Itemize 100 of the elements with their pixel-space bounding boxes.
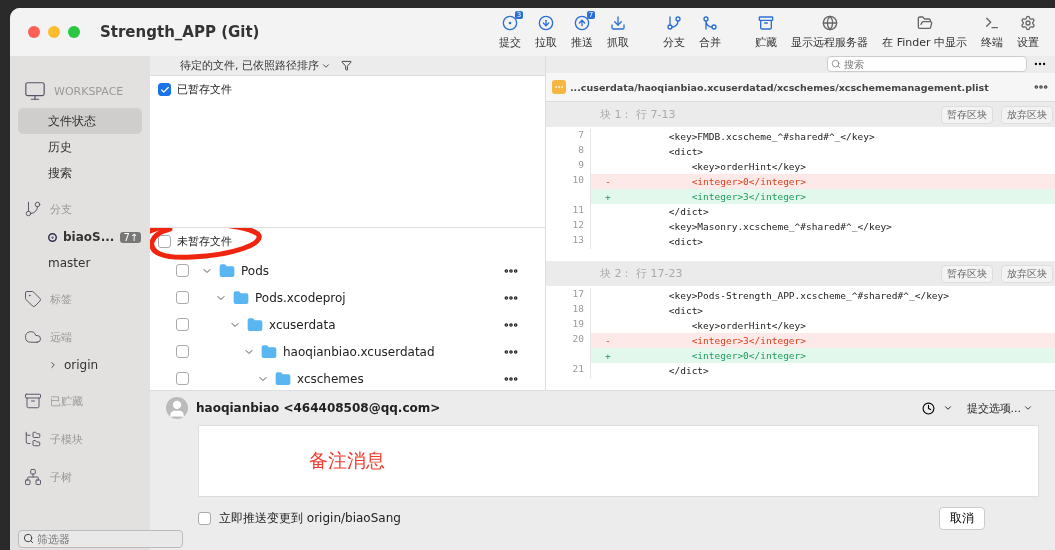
- hunk-title: 块 2： 行 17-23: [600, 266, 684, 282]
- sidebar-item[interactable]: 搜索: [18, 160, 142, 186]
- code-text: <integer>0</integer>: [690, 350, 807, 361]
- line-number: 10: [546, 174, 591, 190]
- push-option-label: 立即推送变更到 origin/biaoSang: [219, 510, 402, 527]
- toolbar-button[interactable]: 显示远程服务器: [787, 14, 873, 50]
- folder-icon: [247, 316, 263, 333]
- code-text: <integer>0</integer>: [690, 176, 807, 188]
- code-text: <key>orderHint</key>: [690, 161, 807, 173]
- branch-icon: [24, 200, 42, 218]
- close-button[interactable]: [28, 26, 40, 38]
- sidebar-label: master: [48, 256, 91, 270]
- search-icon: [23, 533, 34, 544]
- code-text: <dict>: [667, 236, 704, 248]
- toolbar-button[interactable]: 设置: [1013, 14, 1043, 50]
- sidebar-label: biaoS...: [63, 230, 115, 244]
- stage-hunk-button[interactable]: 暂存区块: [941, 105, 993, 124]
- diff-sign: -: [604, 176, 612, 188]
- folder-icon: [219, 262, 235, 279]
- code-text: <integer>3</integer>: [690, 191, 807, 203]
- sidebar-item[interactable]: biaoS... 7↑: [18, 224, 142, 250]
- merge-icon: [702, 14, 719, 31]
- zoom-button[interactable]: [68, 26, 80, 38]
- stage-hunk-button[interactable]: 暂存区块: [941, 264, 993, 283]
- download-icon: [538, 14, 555, 31]
- hunk-title: 块 1： 行 7-13: [600, 107, 677, 123]
- monitor-icon: [24, 80, 46, 102]
- toolbar-button[interactable]: 贮藏: [751, 14, 782, 50]
- toolbar-button[interactable]: 抓取: [603, 14, 634, 50]
- checkbox[interactable]: [176, 264, 189, 277]
- commit-options-button[interactable]: 提交选项...: [960, 399, 1039, 417]
- code-text: <dict>: [667, 305, 704, 316]
- toolbar-button[interactable]: 终端: [977, 14, 1007, 50]
- toolbar-button[interactable]: 分支: [659, 14, 690, 50]
- file-path: ...cuserdata/haoqianbiao.xcuserdatad/xcschemes/xcschememanagement.plist: [570, 81, 990, 93]
- author-name: haoqianbiao <464408508@qq.com>: [196, 401, 442, 415]
- staged-files-label: 已暂存文件: [177, 82, 232, 97]
- sidebar-label: 历史: [48, 138, 72, 156]
- network-icon: [24, 468, 42, 486]
- checkbox[interactable]: [176, 291, 189, 304]
- checkbox[interactable]: [176, 318, 189, 331]
- unstaged-files-label: 未暂存文件: [177, 234, 232, 249]
- code-text: </dict>: [667, 206, 709, 218]
- toolbar-button[interactable]: 拉取: [531, 14, 562, 50]
- code-text: <key>orderHint</key>: [690, 320, 807, 331]
- search-field[interactable]: 搜索: [827, 56, 1027, 73]
- diff-sign: +: [604, 191, 612, 203]
- clock-icon[interactable]: [921, 401, 935, 415]
- file-tree-item[interactable]: haoqianbiao.xcuserdatad: [283, 344, 497, 359]
- discard-hunk-button[interactable]: 放弃区块: [1001, 264, 1053, 283]
- file-tree-item[interactable]: Pods: [241, 263, 497, 278]
- filter-field[interactable]: 筛选器: [18, 530, 183, 548]
- checkbox[interactable]: [158, 235, 171, 248]
- minimize-button[interactable]: [48, 26, 60, 38]
- sidebar-label: origin: [64, 358, 99, 372]
- sidebar-item[interactable]: 历史: [18, 134, 142, 160]
- diff-sign: +: [604, 350, 612, 361]
- folder-icon: [261, 343, 277, 360]
- code-text: </dict>: [667, 365, 709, 376]
- commit-icon: [502, 14, 519, 31]
- branch-icon: [666, 14, 683, 31]
- folder-icon: [275, 370, 291, 387]
- toolbar-button[interactable]: 合并: [695, 14, 726, 50]
- window-title: Strength_APP (Git): [100, 23, 261, 41]
- avatar: [166, 397, 188, 419]
- cloud-icon: [24, 328, 42, 346]
- sidebar-item[interactable]: 文件状态: [18, 108, 142, 134]
- commit-message-field[interactable]: 备注消息: [198, 425, 1039, 497]
- checkbox[interactable]: [176, 345, 189, 358]
- settings-icon: [1020, 14, 1036, 31]
- code-text: <dict>: [667, 146, 704, 158]
- folder-icon: [233, 289, 249, 306]
- view-options-icon[interactable]: [341, 60, 352, 71]
- code-text: <key>FMDB.xcscheme_^#shared#^_</key>: [667, 131, 875, 143]
- archive-icon: [24, 392, 42, 410]
- modified-file-icon: [552, 80, 566, 95]
- sidebar-item[interactable]: origin: [18, 352, 142, 378]
- code-text: <key>Pods-Strength_APP.xcscheme_^#shared#^_</key>: [667, 290, 949, 301]
- upload-icon: [574, 14, 591, 31]
- chevron-icon[interactable]: [942, 403, 953, 413]
- file-tree-item[interactable]: xcschemes: [297, 371, 497, 386]
- chevron-icon[interactable]: [48, 360, 58, 370]
- archive-icon: [758, 14, 775, 31]
- toolbar-button[interactable]: 在 Finder 中显示: [878, 14, 971, 50]
- checkbox[interactable]: [176, 372, 189, 385]
- cancel-button[interactable]: 取消: [939, 507, 985, 530]
- tag-icon: [24, 290, 42, 308]
- sidebar-item[interactable]: master: [18, 250, 142, 276]
- checkbox[interactable]: [158, 83, 171, 96]
- file-tree-item[interactable]: xcuserdata: [269, 317, 497, 332]
- sidebar-label: 搜索: [48, 164, 72, 182]
- file-tree-item[interactable]: Pods.xcodeproj: [255, 290, 497, 305]
- annotation-text: 备注消息: [309, 448, 385, 473]
- chevron-icon: [1023, 403, 1033, 413]
- checkbox[interactable]: [198, 512, 211, 525]
- diff-sign: -: [604, 335, 612, 346]
- folder-tree-icon: [24, 430, 42, 448]
- discard-hunk-button[interactable]: 放弃区块: [1001, 105, 1053, 124]
- search-icon: [831, 59, 841, 70]
- ahead-count-badge: 7↑: [120, 231, 142, 243]
